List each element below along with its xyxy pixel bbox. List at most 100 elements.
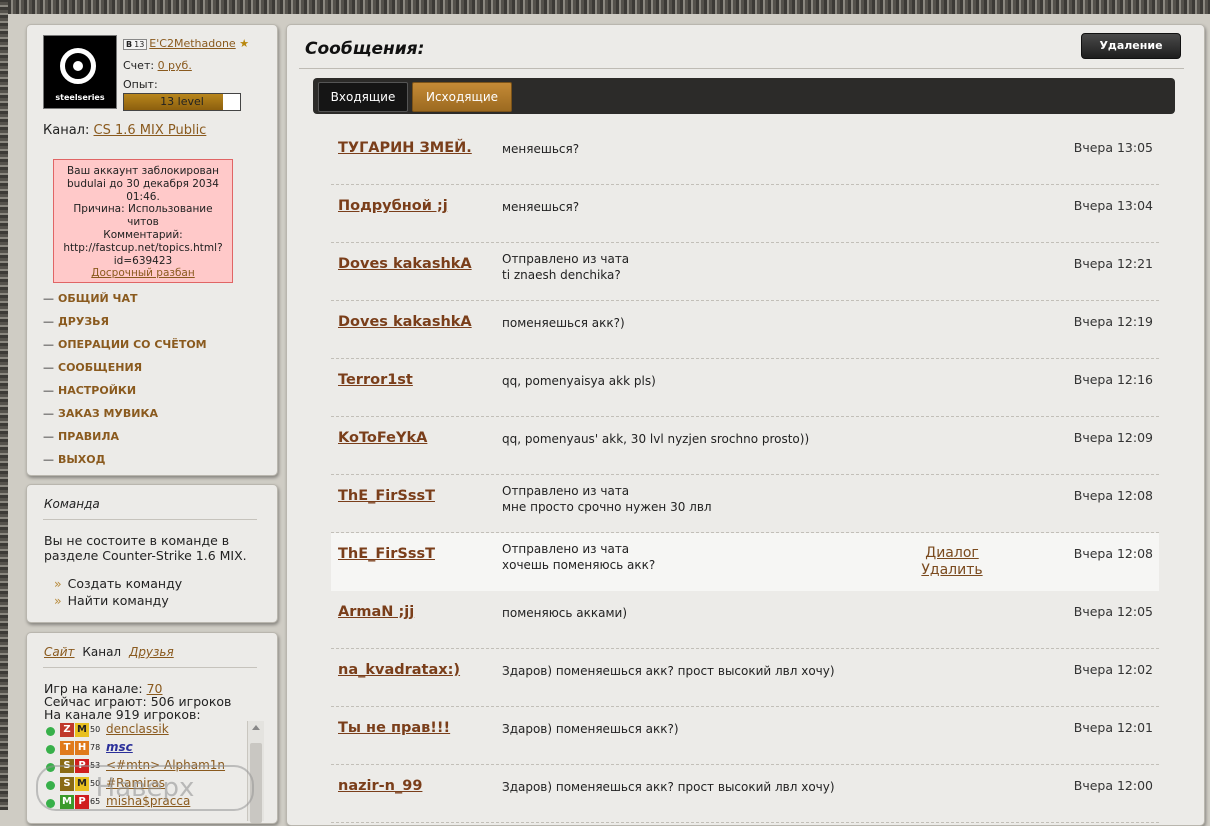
channel-row: Канал: CS 1.6 MIX Public <box>43 123 207 138</box>
table-row[interactable]: ThE_FirSssT Отправлено из чата хочешь поме… <box>331 533 1159 591</box>
message-time: Вчера 12:08 <box>1073 488 1153 503</box>
find-team-link[interactable]: Найти команду <box>68 593 169 608</box>
online-status-icon <box>46 745 55 754</box>
tab-inbox[interactable]: Входящие <box>318 82 408 112</box>
table-row[interactable]: Подрубной ;j меняешься? Вчера 13:04 <box>331 185 1159 243</box>
tab-channel[interactable]: Канал <box>82 645 121 659</box>
xp-progress-bar: 13 level <box>123 93 241 111</box>
create-team-link[interactable]: Создать команду <box>68 576 182 591</box>
table-row[interactable]: Terror1st qq, pomenyaisya akk pls) Вчера 1… <box>331 359 1159 417</box>
delete-button[interactable]: Удаление <box>1081 33 1181 59</box>
xp-label: Опыт: <box>123 78 158 91</box>
team-title: Команда <box>44 497 100 511</box>
ban-notice: Ваш аккаунт заблокирован budulai до 30 д… <box>53 159 233 284</box>
rank-icon: T <box>60 741 74 755</box>
divider <box>43 519 257 520</box>
table-row[interactable]: nazir-n_99 Здаров) поменяешься акк? прост… <box>331 765 1159 823</box>
table-row[interactable]: ТУГАРИН ЗМЕЙ. меняешься? Вчера 13:05 <box>331 127 1159 185</box>
unban-link[interactable]: Досрочный разбан <box>55 267 231 280</box>
nav-item-order-movie[interactable]: — ЗАКАЗ МУВИКА <box>43 407 207 430</box>
username-link[interactable]: E'C2Methadone <box>149 37 235 50</box>
message-time: Вчера 12:21 <box>1073 256 1153 271</box>
message-text: Здаров) поменяешься акк? прост высокий л… <box>502 664 835 678</box>
scroll-to-top-button[interactable]: Наверх <box>36 765 254 811</box>
nav-item-general-chat[interactable]: — ОБЩИЙ ЧАТ <box>43 292 207 315</box>
bullet-icon: » <box>54 593 62 608</box>
sender-link[interactable]: Doves kakashkA <box>338 256 472 272</box>
table-row[interactable]: KoToFeYkA qq, pomenyaus' akk, 30 lvl nyzj… <box>331 417 1159 475</box>
channel-tabs: Сайт Канал Друзья <box>44 645 178 659</box>
class-icon: H <box>75 741 89 755</box>
message-time: Вчера 13:04 <box>1073 198 1153 213</box>
nav-item-settings[interactable]: — НАСТРОЙКИ <box>43 384 207 407</box>
message-text: меняешься? <box>502 200 580 214</box>
window-frame-left <box>0 0 8 810</box>
table-row[interactable]: ArmaN ;jj поменяюсь акками) Вчера 12:05 <box>331 591 1159 649</box>
message-actions: Диалог Удалить <box>917 545 987 579</box>
team-status-text: Вы не состоите в команде в разделе Count… <box>44 533 247 563</box>
nav-item-messages[interactable]: — СООБЩЕНИЯ <box>43 361 207 384</box>
channel-link[interactable]: CS 1.6 MIX Public <box>94 123 207 138</box>
message-time: Вчера 12:00 <box>1073 778 1153 793</box>
message-time: Вчера 12:09 <box>1073 430 1153 445</box>
sender-link[interactable]: na_kvadratax:) <box>338 662 460 678</box>
divider <box>43 667 257 668</box>
sender-link[interactable]: KoToFeYkA <box>338 430 427 446</box>
class-icon: M <box>75 723 89 737</box>
message-time: Вчера 12:19 <box>1073 314 1153 329</box>
channel-stats: Игр на канале: 70 Сейчас играют: 506 игр… <box>44 681 232 722</box>
player-name-link[interactable]: msc <box>106 740 133 754</box>
dialog-link[interactable]: Диалог <box>917 545 987 562</box>
tab-site[interactable]: Сайт <box>44 645 75 659</box>
list-item: T H 78 msc <box>44 740 264 758</box>
balance-link[interactable]: 0 руб. <box>158 59 192 72</box>
message-list: ТУГАРИН ЗМЕЙ. меняешься? Вчера 13:05 Подруб… <box>331 127 1159 823</box>
player-name-link[interactable]: denclassik <box>106 722 169 736</box>
online-status-icon <box>46 727 55 736</box>
table-row[interactable]: ThE_FirSssT Отправлено из чата мне просто … <box>331 475 1159 533</box>
sender-link[interactable]: ThE_FirSssT <box>338 488 435 504</box>
table-row[interactable]: Ты не прав!!! Здаров) поменяешься акк?) Вч… <box>331 707 1159 765</box>
sender-link[interactable]: ThE_FirSssT <box>338 546 435 562</box>
tab-outbox[interactable]: Исходящие <box>412 82 512 112</box>
delete-message-link[interactable]: Удалить <box>917 562 987 579</box>
table-row[interactable]: Doves kakashkA поменяешься акк?) Вчера 12:… <box>331 301 1159 359</box>
bullet-icon: » <box>54 576 62 591</box>
sender-link[interactable]: Подрубной ;j <box>338 198 448 214</box>
sender-link[interactable]: nazir-n_99 <box>338 778 422 794</box>
message-text: Отправлено из чата хочешь поменяюсь акк? <box>502 542 656 572</box>
sender-link[interactable]: Doves kakashkA <box>338 314 472 330</box>
message-time: Вчера 12:16 <box>1073 372 1153 387</box>
nav-item-rules[interactable]: — ПРАВИЛА <box>43 430 207 453</box>
message-text: поменяюсь акками) <box>502 606 628 620</box>
message-text: Отправлено из чата ti znaesh denchika? <box>502 252 630 282</box>
nav-item-friends[interactable]: — ДРУЗЬЯ <box>43 315 207 338</box>
message-time: Вчера 12:02 <box>1073 662 1153 677</box>
sender-link[interactable]: ArmaN ;jj <box>338 604 414 620</box>
rank-icon: Z <box>60 723 74 737</box>
sender-link[interactable]: Ты не прав!!! <box>338 720 450 736</box>
table-row[interactable]: na_kvadratax:) Здаров) поменяешься акк? п… <box>331 649 1159 707</box>
nav-item-logout[interactable]: — ВЫХОД <box>43 453 207 476</box>
message-time: Вчера 13:05 <box>1073 140 1153 155</box>
main-nav: — ОБЩИЙ ЧАТ — ДРУЗЬЯ — ОПЕРАЦИИ СО СЧЁТОМ —… <box>43 292 207 476</box>
sender-link[interactable]: ТУГАРИН ЗМЕЙ. <box>338 140 472 156</box>
sender-link[interactable]: Terror1st <box>338 372 413 388</box>
message-tabs: Входящие Исходящие <box>313 78 1175 114</box>
message-time: Вчера 12:08 <box>1073 546 1153 561</box>
tab-friends[interactable]: Друзья <box>129 645 174 659</box>
avatar-brand: steelseries <box>55 93 105 102</box>
avatar[interactable]: steelseries <box>43 35 117 109</box>
player-list-scrollbar[interactable] <box>247 721 264 823</box>
scroll-up-icon[interactable] <box>252 725 260 730</box>
nav-item-account-operations[interactable]: — ОПЕРАЦИИ СО СЧЁТОМ <box>43 338 207 361</box>
user-line: B 13 E'C2Methadone ★ <box>123 37 249 50</box>
team-panel: Команда Вы не состоите в команде в разде… <box>26 484 278 623</box>
message-text: поменяешься акк?) <box>502 316 625 330</box>
table-row[interactable]: Doves kakashkA Отправлено из чата ti znaes… <box>331 243 1159 301</box>
message-time: Вчера 12:05 <box>1073 604 1153 619</box>
level-text: 13 level <box>160 95 204 108</box>
message-text: Отправлено из чата мне просто срочно нуже… <box>502 484 712 514</box>
message-text: qq, pomenyaisya akk pls) <box>502 374 656 388</box>
divider <box>299 68 1184 69</box>
